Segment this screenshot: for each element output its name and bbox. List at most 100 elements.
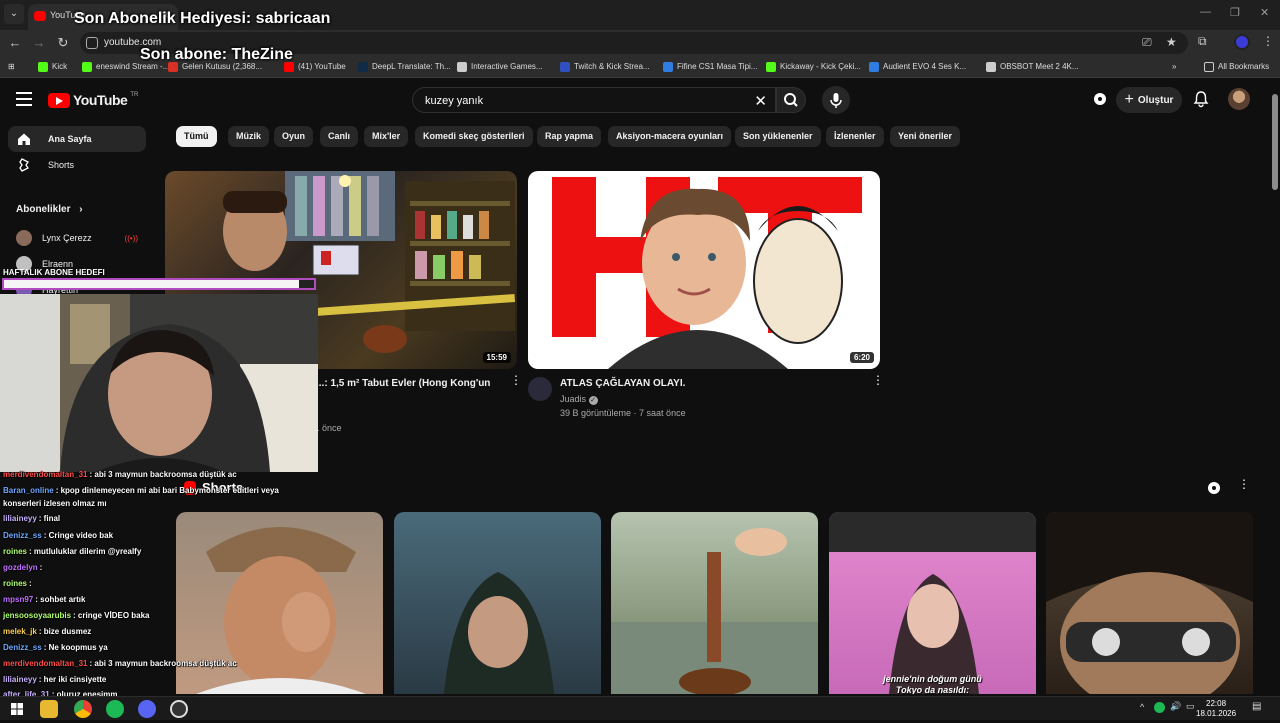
chat-username: mpsn97 — [3, 595, 34, 604]
notifications-bell-icon[interactable] — [1192, 90, 1210, 108]
all-bookmarks[interactable]: All Bookmarks — [1204, 60, 1269, 74]
search-icon — [784, 93, 798, 107]
restore-window-icon[interactable]: ❐ — [1230, 6, 1240, 19]
last-sub-overlay: Son abone: TheZine — [140, 46, 293, 63]
volume-icon[interactable]: 🔊 — [1170, 701, 1181, 712]
close-window-icon[interactable]: ✕ — [1260, 6, 1269, 19]
tray-chevron-icon[interactable]: ^ — [1140, 702, 1144, 712]
spotify-icon[interactable] — [106, 700, 124, 718]
tab-search-button[interactable]: ⌄ — [4, 4, 24, 24]
folder-icon — [1204, 62, 1214, 72]
search-input[interactable]: kuzey yanık ✕ — [412, 87, 776, 113]
short-thumbnail[interactable] — [394, 512, 601, 694]
more-options-icon[interactable]: ⋮ — [872, 374, 884, 386]
youtube-favicon-icon — [34, 11, 46, 21]
extensions-icon[interactable]: ⧉ — [1198, 34, 1207, 49]
voice-search-button[interactable] — [822, 86, 850, 114]
chat-message: Denizz_ss: Ne koopmus ya — [3, 643, 108, 652]
bookmark-favicon-icon — [986, 62, 996, 72]
sidebar-item-home[interactable]: Ana Sayfa — [8, 126, 146, 152]
filter-chip[interactable]: Canlı — [320, 126, 359, 147]
page-scrollbar[interactable] — [1270, 80, 1280, 696]
chat-message: liliaineyy: her iki cinsiyette — [3, 675, 106, 684]
more-bookmarks-icon[interactable]: » — [1172, 60, 1176, 74]
filter-chip[interactable]: Aksiyon-macera oyunları — [608, 126, 732, 147]
create-button[interactable]: + Oluştur — [1116, 87, 1182, 113]
video-title[interactable]: ATLAS ÇAĞLAYAN OLAYI. — [560, 378, 685, 389]
bookmark-item[interactable]: Twitch & Kick Strea... — [560, 60, 650, 74]
windows-start-icon[interactable] — [8, 700, 26, 718]
clear-search-icon[interactable]: ✕ — [754, 92, 767, 110]
chat-text: : abi 3 maymun backroomsa düştük ac — [89, 470, 237, 479]
channel-name[interactable]: Juadis ✓ — [560, 394, 598, 405]
short-thumbnail[interactable] — [611, 512, 818, 694]
plus-icon: + — [1124, 91, 1134, 108]
sidebar: Ana Sayfa Shorts Abonelikler › Lynx Çere… — [0, 120, 160, 298]
bookmark-item[interactable]: Audient EVO 4 Ses K... — [869, 60, 966, 74]
more-options-icon[interactable]: ⋮ — [510, 374, 522, 386]
thumbnail-image — [552, 177, 862, 369]
network-icon[interactable]: ▭ — [1186, 701, 1195, 712]
chat-message: jensoosoyaarubis: cringe VİDEO baka — [3, 611, 150, 620]
sidebar-item-label: Shorts — [48, 160, 75, 170]
search-button[interactable] — [776, 87, 806, 113]
bookmark-favicon-icon — [869, 62, 879, 72]
short-image — [1046, 512, 1253, 694]
sidebar-subscription-item[interactable]: Lynx Çerezz ((•)) — [16, 230, 138, 246]
filter-chip[interactable]: Rap yapma — [537, 126, 602, 147]
hamburger-menu-icon[interactable] — [16, 92, 32, 106]
bookmark-item[interactable]: (41) YouTube — [284, 60, 346, 74]
chat-message: Baran_online: kpop dinlemeyecen mi abi b… — [3, 486, 279, 495]
chat-text: : her iki cinsiyette — [38, 675, 107, 684]
minimize-window-icon[interactable]: — — [1200, 6, 1211, 18]
site-info-icon[interactable] — [86, 37, 98, 49]
video-title[interactable]: ...: 1,5 m² Tabut Evler (Hong Kong'un — [316, 378, 490, 389]
tray-spotify-icon[interactable] — [1154, 702, 1165, 713]
sidebar-item-shorts[interactable]: Shorts — [8, 152, 146, 178]
profile-avatar[interactable] — [1234, 34, 1250, 50]
filter-chip[interactable]: Oyun — [274, 126, 314, 147]
filter-chip[interactable]: Tümü — [176, 126, 217, 147]
filter-chip[interactable]: Son yüklenenler — [735, 126, 821, 147]
bookmark-item[interactable]: Interactive Games... — [457, 60, 543, 74]
studio-icon[interactable] — [1092, 91, 1108, 107]
apps-icon[interactable]: ⊞ — [8, 60, 15, 74]
bookmark-item[interactable]: OBSBOT Meet 2 4K... — [986, 60, 1079, 74]
short-thumbnail[interactable]: jennie'nin doğum günü Tokyo da nasıldı: — [829, 512, 1036, 694]
bookmark-item[interactable]: Kick — [38, 60, 67, 74]
shorts-more-icon[interactable]: ⋮ — [1238, 478, 1250, 490]
bookmark-item[interactable]: Fifine CS1 Masa Tipi... — [663, 60, 757, 74]
video-thumbnail[interactable]: 6:20 — [528, 171, 880, 369]
browser-menu-icon[interactable]: ⋮ — [1262, 34, 1274, 48]
youtube-play-logo-icon — [48, 92, 70, 108]
bookmark-star-icon[interactable]: ★ — [1166, 35, 1177, 49]
taskbar-clock[interactable]: 22:08 18.01.2026 — [1196, 699, 1236, 719]
reload-icon[interactable]: ↻ — [54, 34, 72, 52]
short-thumbnail[interactable] — [1046, 512, 1253, 694]
discord-icon[interactable] — [138, 700, 156, 718]
studio-icon[interactable] — [1206, 480, 1222, 496]
filter-chip[interactable]: Yeni öneriler — [890, 126, 961, 147]
back-icon[interactable]: ← — [6, 34, 24, 52]
search-query[interactable]: kuzey yanık — [425, 95, 483, 107]
forward-icon[interactable]: → — [30, 34, 48, 52]
chat-username: jensoosoyaarubis — [3, 611, 72, 620]
channel-avatar[interactable] — [528, 377, 552, 401]
youtube-logo-text: YouTube — [73, 92, 128, 108]
cast-icon[interactable]: ⎚ — [1142, 35, 1152, 50]
notifications-icon[interactable]: ▤ — [1252, 701, 1261, 712]
filter-chip[interactable]: Mix'ler — [364, 126, 409, 147]
bookmark-item[interactable]: Kickaway - Kick Çeki... — [766, 60, 861, 74]
filter-chip[interactable]: Komedi skeç gösterileri — [415, 126, 533, 147]
bookmark-item[interactable]: DeepL Translate: Th... — [358, 60, 451, 74]
filter-chip[interactable]: İzlenenler — [826, 126, 884, 147]
chat-message: merdivendomaltan_31: abi 3 maymun backro… — [3, 470, 237, 479]
account-avatar[interactable] — [1228, 88, 1250, 110]
youtube-logo[interactable]: YouTube TR — [48, 92, 138, 108]
file-explorer-icon[interactable] — [40, 700, 58, 718]
chrome-icon[interactable] — [74, 700, 92, 718]
scrollbar-thumb[interactable] — [1272, 94, 1278, 190]
obs-icon[interactable] — [170, 700, 188, 718]
subscriptions-heading[interactable]: Abonelikler › — [16, 204, 83, 215]
filter-chip[interactable]: Müzik — [228, 126, 270, 147]
